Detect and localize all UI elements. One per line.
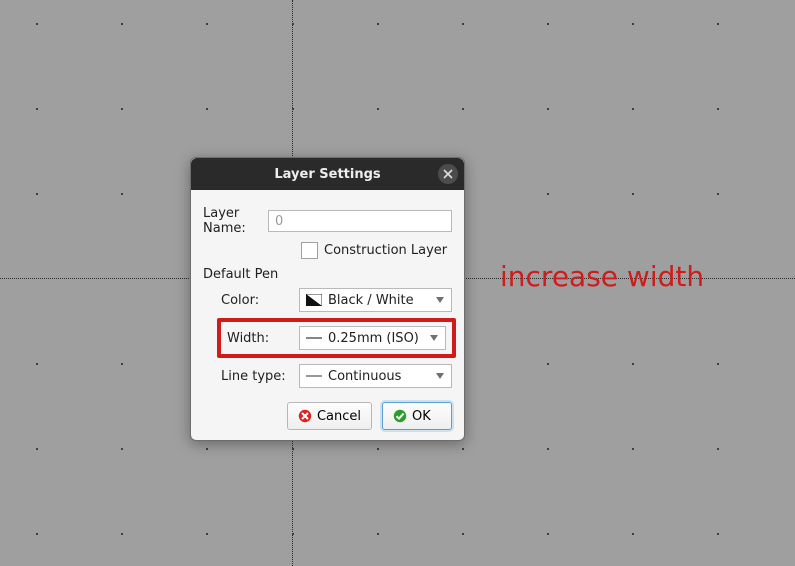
linetype-combo[interactable]: Continuous — [299, 364, 452, 388]
width-value: 0.25mm (ISO) — [328, 331, 427, 346]
layer-name-label: Layer Name: — [203, 206, 268, 236]
color-swatch-icon — [306, 294, 322, 306]
cad-canvas: Layer Settings Layer Name: Construction … — [0, 0, 795, 566]
annotation-text: increase width — [500, 260, 704, 293]
construction-layer-label: Construction Layer — [324, 243, 447, 258]
chevron-down-icon — [427, 335, 441, 341]
color-label: Color: — [221, 293, 299, 308]
chevron-down-icon — [433, 373, 447, 379]
cancel-label: Cancel — [317, 409, 361, 424]
width-highlight: Width: 0.25mm (ISO) — [217, 318, 456, 358]
ok-icon — [393, 409, 407, 423]
color-value: Black / White — [328, 293, 433, 308]
chevron-down-icon — [433, 297, 447, 303]
construction-layer-checkbox[interactable] — [301, 242, 318, 259]
layer-name-input[interactable] — [268, 210, 452, 232]
width-combo[interactable]: 0.25mm (ISO) — [299, 326, 446, 350]
linetype-value: Continuous — [328, 369, 433, 384]
line-type-icon — [306, 370, 322, 382]
close-icon — [443, 169, 453, 179]
width-label: Width: — [227, 331, 299, 346]
ok-label: OK — [412, 409, 431, 424]
cancel-icon — [298, 409, 312, 423]
cancel-button[interactable]: Cancel — [287, 402, 372, 430]
close-button[interactable] — [438, 164, 458, 184]
color-combo[interactable]: Black / White — [299, 288, 452, 312]
line-weight-icon — [306, 332, 322, 344]
default-pen-label: Default Pen — [203, 267, 452, 282]
ok-button[interactable]: OK — [382, 402, 452, 430]
dialog-title: Layer Settings — [274, 167, 380, 182]
dialog-titlebar[interactable]: Layer Settings — [191, 158, 464, 190]
linetype-label: Line type: — [221, 369, 299, 384]
layer-settings-dialog: Layer Settings Layer Name: Construction … — [190, 157, 465, 441]
